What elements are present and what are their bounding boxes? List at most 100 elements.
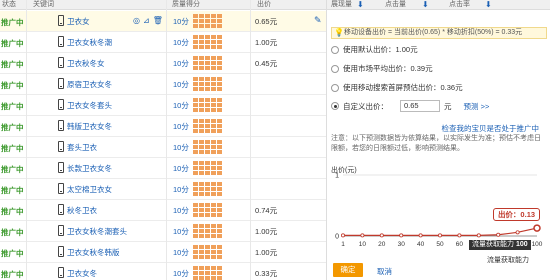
table-row[interactable]: 推广中 卫衣女秋冬韩版 10分 1.00元: [0, 242, 327, 263]
keyword-link[interactable]: 秋冬卫衣: [67, 205, 97, 216]
keyword-link[interactable]: 长款卫衣女冬: [67, 163, 112, 174]
keyword-link[interactable]: 卫衣女秋冬韩版: [67, 247, 120, 258]
x-tick-label: 100: [532, 241, 543, 248]
target-icon[interactable]: ◎: [133, 16, 140, 25]
option-custom-bid[interactable]: 自定义出价： 0.65 元 预测 >>: [331, 100, 489, 112]
data-point: [457, 233, 462, 238]
quality-score[interactable]: 10分: [173, 163, 189, 174]
status-text: 推广中: [1, 60, 24, 69]
quality-score[interactable]: 10分: [173, 79, 189, 90]
custom-bid-input[interactable]: 0.65: [400, 100, 440, 112]
quality-score[interactable]: 10分: [173, 247, 189, 258]
header-quality[interactable]: 质量得分: [172, 0, 200, 10]
pencil-icon[interactable]: ✎: [314, 15, 322, 26]
y-tick-label: 1: [335, 173, 339, 180]
header-bid[interactable]: 出价: [257, 0, 271, 10]
quality-score[interactable]: 10分: [173, 142, 189, 153]
option-label: 自定义出价：: [343, 101, 388, 111]
status-text: 推广中: [1, 228, 24, 237]
data-point: [360, 233, 365, 238]
keyword-link[interactable]: 卫衣女冬套头: [67, 100, 112, 111]
header-impressions[interactable]: 展现量: [331, 0, 352, 10]
keyword-link[interactable]: 太空棉卫衣女: [67, 184, 112, 195]
quality-score[interactable]: 10分: [173, 100, 189, 111]
radio-default-bid[interactable]: [331, 45, 339, 54]
table-row[interactable]: 推广中 卫衣女冬 10分 0.33元: [0, 263, 327, 280]
trash-icon[interactable]: 🗑: [153, 16, 163, 25]
keyword-link[interactable]: 韩版卫衣女冬: [67, 121, 112, 132]
table-row[interactable]: 推广中 韩版卫衣女冬 10分: [0, 116, 327, 137]
option-mobile-first[interactable]: 使用移动搜索首屏预估出价：0.36元: [331, 82, 463, 93]
keyword-link[interactable]: 卫衣女秋冬潮: [67, 37, 112, 48]
quality-bars: [193, 140, 223, 154]
bid-price: 1.00元: [255, 38, 278, 47]
bid-panel: 展现量 ⬇ 点击量 ⬇ 点击率 ⬇ 💡 移动设备出价 = 当前出价(0.65) …: [326, 0, 550, 280]
x-axis-title: 流量获取能力: [487, 257, 529, 264]
quality-score[interactable]: 10分: [173, 121, 189, 132]
cancel-button[interactable]: 取消: [377, 266, 392, 277]
status-text: 推广中: [1, 144, 24, 153]
quality-score[interactable]: 10分: [173, 268, 189, 279]
quality-score[interactable]: 10分: [173, 37, 189, 48]
keyword-link[interactable]: 卫衣女: [67, 16, 90, 27]
check-promotion-link[interactable]: 检查我的宝贝是否处于推广中: [327, 123, 540, 134]
quality-score[interactable]: 10分: [173, 226, 189, 237]
status-text: 推广中: [1, 81, 24, 90]
bid-price: 0.74元: [255, 206, 278, 215]
unit-label: 元: [444, 101, 452, 111]
sort-down-icon[interactable]: ⬇: [422, 0, 429, 10]
mobile-icon: [58, 225, 64, 236]
traffic-tag-label: 流量获取能力: [472, 241, 514, 248]
keyword-link[interactable]: 卫衣女秋冬潮套头: [67, 226, 127, 237]
keyword-table: 状态 关键词 质量得分 出价 推广中 卫衣女 ◎ ⊿ 🗑 10分 0.65元 ✎ 推广中…: [0, 0, 327, 280]
mobile-icon: [58, 183, 64, 194]
status-text: 推广中: [1, 186, 24, 195]
radio-mobile-first[interactable]: [331, 83, 339, 92]
mobile-icon: [58, 36, 64, 47]
quality-bars: [193, 182, 223, 196]
quality-bars: [193, 203, 223, 217]
table-row[interactable]: 推广中 太空棉卫衣女 10分: [0, 179, 327, 200]
table-row[interactable]: 推广中 套头卫衣 10分: [0, 137, 327, 158]
radio-custom-bid[interactable]: [331, 102, 339, 110]
table-row[interactable]: 推广中 秋冬卫衣 10分 0.74元: [0, 200, 327, 221]
radio-market-avg[interactable]: [331, 64, 339, 73]
quality-bars: [193, 161, 223, 175]
header-ctr[interactable]: 点击率: [449, 0, 470, 10]
confirm-button[interactable]: 确定: [333, 263, 363, 277]
table-row[interactable]: 推广中 卫衣女冬套头 10分: [0, 95, 327, 116]
keyword-link[interactable]: 卫衣女冬: [67, 268, 97, 279]
sort-down-icon[interactable]: ⬇: [357, 0, 364, 10]
quality-score[interactable]: 10分: [173, 16, 189, 27]
mobile-icon: [58, 99, 64, 110]
preview-link[interactable]: 预测 >>: [464, 101, 490, 112]
table-row[interactable]: 推广中 长款卫衣女冬 10分: [0, 158, 327, 179]
option-default-bid[interactable]: 使用默认出价：1.00元: [331, 44, 418, 55]
x-tick-label: 40: [417, 241, 425, 248]
keyword-link[interactable]: 原宿卫衣女冬: [67, 79, 112, 90]
sort-down-icon[interactable]: ⬇: [485, 0, 492, 10]
quality-bars: [193, 14, 223, 28]
quality-score[interactable]: 10分: [173, 184, 189, 195]
table-row[interactable]: 推广中 卫衣女 ◎ ⊿ 🗑 10分 0.65元 ✎: [0, 11, 327, 32]
header-clicks[interactable]: 点击量: [385, 0, 406, 10]
quality-bars: [193, 266, 223, 280]
status-text: 推广中: [1, 249, 24, 258]
header-keyword[interactable]: 关键词: [33, 0, 54, 10]
quality-score[interactable]: 10分: [173, 58, 189, 69]
keyword-link[interactable]: 套头卫衣: [67, 142, 97, 153]
mobile-icon: [58, 204, 64, 215]
chart-icon[interactable]: ⊿: [143, 16, 150, 25]
header-status[interactable]: 状态: [2, 0, 16, 10]
table-row[interactable]: 推广中 卫衣女秋冬潮套头 10分 1.00元: [0, 221, 327, 242]
mobile-icon: [58, 162, 64, 173]
table-row[interactable]: 推广中 卫衣秋冬女 10分 0.45元: [0, 53, 327, 74]
table-row[interactable]: 推广中 卫衣女秋冬潮 10分 1.00元: [0, 32, 327, 53]
table-row[interactable]: 推广中 原宿卫衣女冬 10分: [0, 74, 327, 95]
column-line: [250, 0, 251, 280]
mobile-icon: [58, 141, 64, 152]
keyword-link[interactable]: 卫衣秋冬女: [67, 58, 105, 69]
quality-score[interactable]: 10分: [173, 205, 189, 216]
option-market-avg[interactable]: 使用市场平均出价：0.39元: [331, 63, 433, 74]
bid-price: 0.65元: [255, 17, 278, 26]
